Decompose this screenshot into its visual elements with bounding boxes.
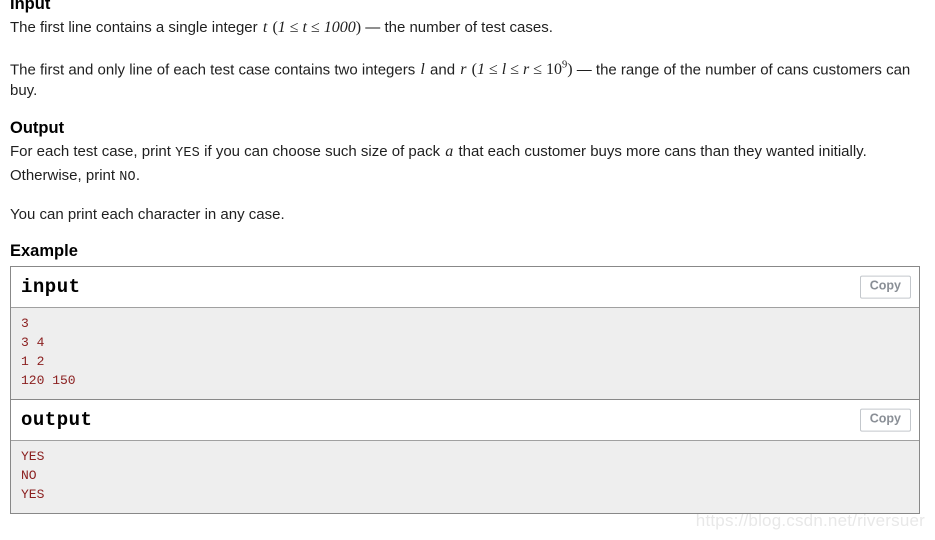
copy-input-button[interactable]: Copy — [859, 275, 911, 299]
math-var-a: a — [445, 143, 454, 161]
yes-token: YES — [175, 146, 200, 162]
copy-output-button[interactable]: Copy — [859, 408, 911, 432]
output-paragraph-1: For each test case, print YES if you can… — [10, 141, 924, 188]
sample-output-content: YES NO YES — [21, 448, 45, 502]
output-section: Output For each test case, print YES if … — [10, 119, 925, 226]
sample-input-block: input Copy 3 3 4 1 2 120 150 — [11, 266, 919, 400]
sample-tests-container: input Copy 3 3 4 1 2 120 150 output Copy… — [10, 265, 920, 514]
output-section-heading: Output — [10, 118, 65, 137]
input-paragraph-1: The first line contains a single integer… — [10, 17, 924, 39]
sample-output-body: YES NO YES — [11, 440, 919, 513]
math-var-t: t — [262, 19, 268, 37]
sample-input-body: 3 3 4 1 2 120 150 — [11, 307, 919, 399]
sample-input-title: input — [21, 275, 81, 298]
math-var-r: r — [460, 60, 467, 78]
watermark-text: https://blog.csdn.net/riversuer — [695, 511, 925, 530]
output-p1-part1: For each test case, print — [10, 143, 171, 161]
math-range-lr: (1 ≤ l ≤ r ≤ 109) — [471, 59, 573, 78]
sample-output-block: output Copy YES NO YES — [11, 399, 919, 514]
sample-input-header: input Copy — [11, 266, 919, 308]
input-p2-text-before: The first and only line of each test cas… — [10, 60, 416, 78]
output-p1-part2: if you can choose such size of pack — [204, 143, 441, 161]
sample-input-content: 3 3 4 1 2 120 150 — [21, 315, 76, 388]
input-section-heading: Input — [10, 0, 51, 13]
input-section: Input The first line contains a single i… — [10, 0, 925, 102]
input-p1-text-before: The first line contains a single integer — [10, 19, 258, 37]
output-paragraph-2: You can print each character in any case… — [10, 206, 285, 224]
math-range-t: (1 ≤ t ≤ 1000) — [272, 19, 362, 37]
problem-statement-page: Input The first line contains a single i… — [0, 0, 935, 535]
input-p1-text-after: — the number of test cases. — [365, 19, 553, 37]
sample-output-title: output — [21, 408, 93, 431]
input-paragraph-2: The first and only line of each test cas… — [10, 55, 924, 102]
no-token: NO — [119, 169, 136, 185]
example-section: Example input Copy 3 3 4 1 2 120 150 out… — [10, 242, 925, 514]
input-p2-conjunction: and — [430, 60, 456, 78]
output-p1-part4: . — [135, 166, 140, 184]
example-section-heading: Example — [10, 241, 78, 260]
math-var-l: l — [420, 60, 425, 78]
sample-output-header: output Copy — [11, 399, 919, 441]
